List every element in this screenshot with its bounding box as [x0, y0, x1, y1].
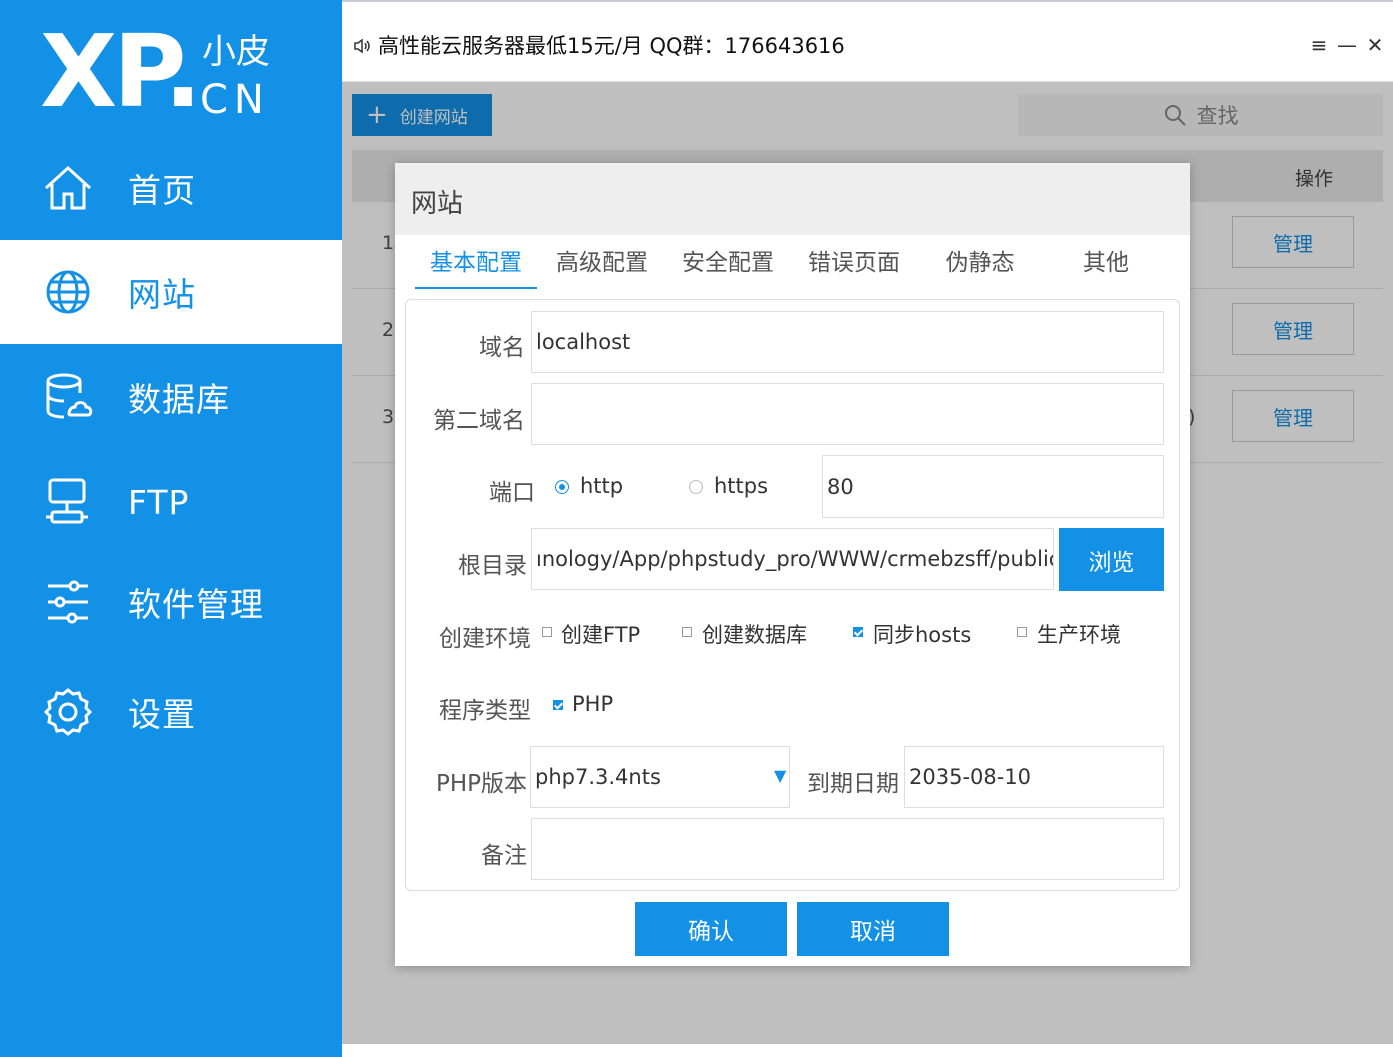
minimize-icon[interactable]: —	[1336, 32, 1358, 58]
php-version-label: PHP版本	[435, 771, 527, 797]
logo-small: 小皮	[202, 32, 270, 72]
browse-button[interactable]: 浏览	[1059, 528, 1164, 591]
sidebar-item-label: 网站	[128, 275, 196, 314]
tab-basic[interactable]: 基本配置	[415, 243, 537, 289]
close-icon[interactable]: ✕	[1364, 32, 1386, 58]
dialog-title: 网站	[411, 189, 464, 219]
create-database-label: 创建数据库	[702, 623, 807, 647]
https-label: https	[714, 474, 769, 498]
create-database-checkbox[interactable]	[682, 627, 692, 637]
website-dialog: 网站 基本配置 高级配置 安全配置 错误页面 伪静态 其他 域名 localho…	[395, 163, 1190, 966]
menu-icon[interactable]: ≡	[1308, 32, 1330, 58]
port-label: 端口	[489, 480, 535, 506]
home-icon	[44, 165, 92, 210]
port-input[interactable]: 80	[822, 455, 1164, 518]
top-bar: 高性能云服务器最低15元/月 QQ群：176643616 ≡ — ✕	[342, 12, 1393, 82]
sliders-icon	[48, 580, 88, 624]
tab-security[interactable]: 安全配置	[667, 243, 789, 289]
php-checkbox[interactable]	[553, 700, 563, 710]
chevron-down-icon: ▼	[774, 766, 787, 785]
sidebar-item-label: 首页	[128, 171, 196, 210]
sidebar-item-label: 软件管理	[128, 585, 264, 624]
http-label: http	[580, 474, 624, 498]
second-domain-label: 第二域名	[433, 408, 525, 434]
tab-advanced[interactable]: 高级配置	[541, 243, 663, 289]
bottom-strip	[342, 1044, 1393, 1057]
sidebar-item-software[interactable]: 软件管理	[0, 550, 342, 654]
http-radio[interactable]	[555, 480, 569, 494]
program-type-label: 程序类型	[439, 698, 531, 724]
sidebar-item-settings[interactable]: 设置	[0, 660, 342, 764]
expire-date-input[interactable]: 2035-08-10	[904, 746, 1164, 808]
root-dir-label: 根目录	[458, 553, 527, 579]
production-env-checkbox[interactable]	[1017, 627, 1027, 637]
sidebar-item-home[interactable]: 首页	[0, 136, 342, 240]
tab-error-page[interactable]: 错误页面	[793, 243, 915, 289]
create-ftp-checkbox[interactable]	[542, 627, 552, 637]
logo-cn: CN	[200, 77, 270, 123]
database-icon	[46, 373, 93, 419]
tab-other[interactable]: 其他	[1045, 243, 1167, 289]
note-input[interactable]	[531, 818, 1164, 880]
note-label: 备注	[481, 843, 527, 869]
sidebar-item-label: 数据库	[128, 380, 230, 419]
cancel-button[interactable]: 取消	[797, 902, 949, 956]
root-dir-input[interactable]: ınology/App/phpstudy_pro/WWW/crmebzsff/p…	[531, 528, 1054, 590]
sync-hosts-label: 同步hosts	[873, 623, 972, 647]
logo-main: XP.	[40, 13, 202, 130]
sidebar-item-label: FTP	[128, 482, 190, 522]
speaker-icon	[354, 38, 370, 54]
sync-hosts-checkbox[interactable]	[853, 627, 863, 637]
logo: XP. 小皮 CN	[40, 22, 300, 132]
production-env-label: 生产环境	[1037, 623, 1121, 647]
notice-text[interactable]: 高性能云服务器最低15元/月 QQ群：176643616	[378, 30, 845, 60]
php-label: PHP	[572, 692, 614, 716]
create-env-label: 创建环境	[439, 626, 531, 652]
sidebar-item-website[interactable]: 网站	[0, 240, 342, 344]
sidebar: XP. 小皮 CN 首页 网站 数据库 FTP 软件管理 设置	[0, 0, 342, 1057]
create-ftp-label: 创建FTP	[561, 623, 641, 647]
php-version-select[interactable]: php7.3.4nts	[530, 746, 790, 808]
sidebar-item-ftp[interactable]: FTP	[0, 450, 342, 554]
dialog-header: 网站	[395, 163, 1190, 235]
domain-label: 域名	[479, 335, 525, 361]
expire-date-label: 到期日期	[807, 771, 899, 797]
globe-icon	[46, 270, 90, 314]
second-domain-input[interactable]	[531, 383, 1164, 445]
domain-input[interactable]: localhost	[531, 311, 1164, 373]
tab-rewrite[interactable]: 伪静态	[919, 243, 1041, 289]
gear-icon	[43, 688, 93, 736]
sidebar-item-label: 设置	[128, 695, 196, 734]
https-radio[interactable]	[689, 480, 703, 494]
confirm-button[interactable]: 确认	[635, 902, 787, 956]
server-icon	[46, 478, 88, 524]
dialog-tabs: 基本配置 高级配置 安全配置 错误页面 伪静态 其他	[415, 243, 1175, 289]
sidebar-item-database[interactable]: 数据库	[0, 345, 342, 449]
